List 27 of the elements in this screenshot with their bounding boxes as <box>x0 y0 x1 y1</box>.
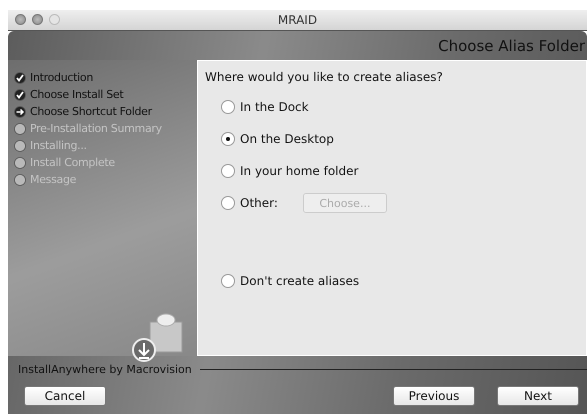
question-text: Where would you like to create aliases? <box>205 70 444 84</box>
radio-button[interactable] <box>221 132 235 146</box>
radio-button[interactable] <box>221 100 235 114</box>
window-title: MRAID <box>278 13 318 27</box>
page-title: Choose Alias Folder <box>438 36 585 54</box>
option-label[interactable]: On the Desktop <box>240 132 334 146</box>
close-button[interactable] <box>15 14 26 25</box>
step-label: Installing... <box>30 139 87 152</box>
option-label[interactable]: Other: <box>240 196 278 210</box>
option-label[interactable]: Don't create aliases <box>240 274 360 288</box>
cancel-button[interactable]: Cancel <box>24 386 106 406</box>
minimize-button[interactable] <box>32 14 43 25</box>
option-label[interactable]: In the Dock <box>240 100 309 114</box>
brand-text: InstallAnywhere by Macrovision <box>18 362 192 376</box>
option-label[interactable]: In your home folder <box>240 164 358 178</box>
zoom-button[interactable] <box>49 14 60 25</box>
step-label: Install Complete <box>30 156 115 169</box>
radio-button[interactable] <box>221 164 235 178</box>
step-label: Introduction <box>30 71 94 84</box>
previous-button[interactable]: Previous <box>393 386 475 406</box>
step-label: Message <box>30 173 76 186</box>
step-label: Pre-Installation Summary <box>30 122 162 135</box>
radio-button[interactable] <box>221 274 235 288</box>
next-button[interactable]: Next <box>497 386 579 406</box>
step-label: Choose Install Set <box>30 88 124 101</box>
step-label: Choose Shortcut Folder <box>30 105 152 118</box>
radio-button[interactable] <box>221 196 235 210</box>
